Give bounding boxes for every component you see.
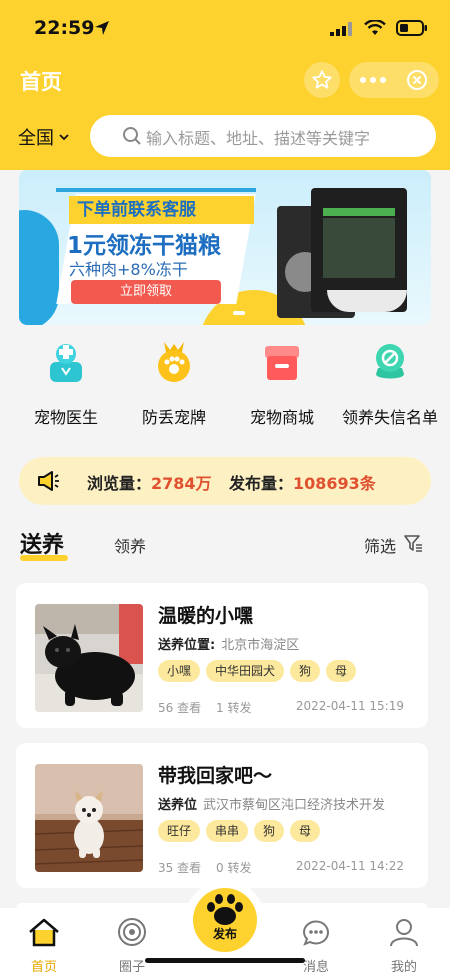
tag: 母 [290,820,321,842]
search-input[interactable]: 输入标题、地址、描述等关键字 [90,115,436,157]
quick-link-blacklist[interactable]: 领养失信名单 [334,340,446,428]
banner-headline: 1元领冻干猫粮 [67,233,222,259]
tag: 母 [326,660,357,682]
address-value: 武汉市蔡甸区沌口经济技术开发 [203,798,386,813]
listing-title: 带我回家吧～ [158,765,273,787]
share-count: 1 转发 [216,701,252,715]
listing-title: 温暖的小嘿 [158,605,254,627]
tabbar-me[interactable]: 我的 [374,916,434,972]
status-bar: 22:59 [0,0,450,56]
favorite-button[interactable] [304,62,340,98]
carousel-indicator [233,311,245,315]
status-time: 22:59 [34,17,95,39]
decoration-shape [19,210,59,325]
tag: 中华田园犬 [206,660,285,682]
tag: 串串 [206,820,249,842]
close-circle-icon [407,70,427,90]
post-label: 发布 [212,927,237,941]
tag: 狗 [254,820,285,842]
address-label: 送养位 [158,798,198,813]
banner-line-1: 下单前联系客服 [69,196,254,224]
close-button[interactable] [397,69,437,91]
user-icon [390,919,418,947]
food-bowl-image [327,290,407,312]
location-arrow-icon [95,21,109,35]
home-indicator [145,958,305,963]
address-label: 送养位置: [158,638,216,653]
tag: 小嘿 [158,660,201,682]
wifi-icon [364,20,386,35]
dot-icon [370,77,376,83]
search-placeholder: 输入标题、地址、描述等关键字 [146,129,371,148]
header: 22:59 首页 全国 输入标题、地址、描述等关键字 [0,0,450,170]
quick-link-label: 防丢宠牌 [141,408,206,427]
tabbar-circle[interactable]: 圈子 [102,916,162,972]
listing-card[interactable]: 温暖的小嘿 送养位置: 北京市海淀区 小嘿 中华田园犬 狗 母 56 查看 1 转… [16,583,428,728]
tag: 狗 [290,660,321,682]
post-button[interactable]: 发布 [185,880,265,960]
search-icon [123,127,141,145]
tabbar-label: 我的 [390,960,417,972]
listing-card[interactable]: 带我回家吧～ 送养位 武汉市蔡甸区沌口经济技术开发 旺仔 串串 狗 母 35 查看… [16,743,428,888]
views-label: 浏览量： [87,474,152,493]
quick-link-label: 宠物商城 [249,408,314,427]
view-count: 35 查看 [158,861,202,875]
tabbar-home[interactable]: 首页 [14,916,74,972]
battery-icon [396,20,427,36]
quick-link-doctor[interactable]: 宠物医生 [10,340,122,428]
quick-link-pet-tag[interactable]: 防丢宠牌 [118,340,230,428]
banner-subline: 六种肉+8%冻干 [69,260,188,279]
doctor-icon [50,344,82,382]
post-date: 2022-04-11 15:19 [295,699,404,713]
star-icon [312,70,332,89]
listing-tags: 小嘿 中华田园犬 狗 母 [158,660,357,682]
tab-adopt[interactable]: 领养 [114,533,146,557]
tag: 旺仔 [158,820,201,842]
message-icon [302,920,329,946]
region-label: 全国 [18,128,54,149]
region-selector[interactable]: 全国 [18,124,70,150]
tabbar-messages[interactable]: 消息 [286,916,346,972]
share-count: 0 转发 [216,861,252,875]
quick-link-shop[interactable]: 宠物商城 [226,340,338,428]
tabbar-label: 首页 [30,960,57,972]
shop-icon [265,346,299,380]
post-date: 2022-04-11 14:22 [295,859,404,873]
pet-photo [35,764,143,872]
circle-icon [118,918,146,946]
listing-tags: 旺仔 串串 狗 母 [158,820,321,842]
page-title: 首页 [20,70,62,94]
dot-icon [380,77,386,83]
listing-tabs: 送养 领养 筛选 [0,523,450,563]
signal-icon [330,22,352,36]
view-count: 56 查看 [158,701,202,715]
quick-link-label: 领养失信名单 [341,408,438,427]
pet-photo [35,604,143,712]
posts-label: 发布量： [229,474,294,493]
quick-link-label: 宠物医生 [33,408,98,427]
listing-address: 送养位置: 北京市海淀区 [158,634,299,653]
home-icon [29,918,59,947]
chevron-down-icon [59,134,69,141]
more-button[interactable] [349,77,397,83]
paw-icon [207,894,243,925]
tab-label: 送养 [20,533,65,558]
address-value: 北京市海淀区 [221,638,300,653]
filter-button[interactable]: 筛选 [364,533,396,557]
filter-icon[interactable] [403,533,423,553]
stats-bar: 浏览量： 2784万 发布量： 108693条 [19,457,431,505]
posts-value: 108693条 [293,474,376,493]
megaphone-icon [38,471,59,491]
miniapp-capsule [349,62,439,98]
listing-address: 送养位 武汉市蔡甸区沌口经济技术开发 [158,794,385,813]
blacklist-icon [376,344,404,379]
pet-tag-icon [158,342,190,382]
promo-banner[interactable]: 下单前联系客服 1元领冻干猫粮 六种肉+8%冻干 立即领取 [19,170,431,325]
dot-icon [360,77,366,83]
banner-claim-button[interactable]: 立即领取 [71,280,221,304]
tab-give-away[interactable]: 送养 [20,527,68,561]
quick-links: 宠物医生 防丢宠牌 宠物商城 领养失信名单 [0,340,450,440]
views-value: 2784万 [151,474,212,493]
